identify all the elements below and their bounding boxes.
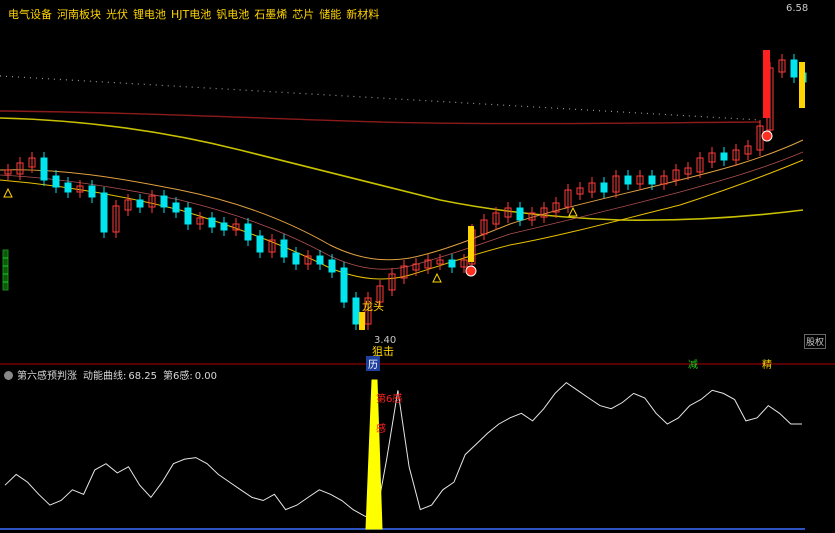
ma-line-yellow <box>0 117 804 221</box>
signal-dot-icon <box>761 130 773 142</box>
candle-limit-up <box>763 50 770 118</box>
candle <box>220 222 228 231</box>
sixth-sense-short-label: 感 <box>376 424 386 435</box>
band-upper <box>0 139 804 261</box>
candle <box>600 182 608 193</box>
candle <box>292 252 300 265</box>
candle <box>160 195 168 208</box>
history-marker[interactable]: 历 <box>366 356 380 371</box>
sixth-value: 0.00 <box>194 371 218 382</box>
candle <box>64 182 72 193</box>
lock-marker[interactable]: 精 <box>762 356 772 371</box>
candle <box>52 175 60 188</box>
candle <box>340 267 348 303</box>
candle <box>648 175 656 185</box>
buy-triangle-icon <box>432 272 442 283</box>
right-tag: 股权 <box>804 334 827 349</box>
volume-indicator-icon <box>2 249 9 291</box>
candle-current <box>799 62 805 108</box>
cut-marker[interactable]: 减 <box>688 356 698 371</box>
candle <box>184 207 192 225</box>
buy-triangle-icon <box>3 187 13 198</box>
candle <box>516 207 524 221</box>
candle-low <box>359 312 365 330</box>
dragon-label: 龙头 <box>362 300 384 313</box>
candle <box>100 192 108 233</box>
candle <box>624 175 632 185</box>
candle <box>720 152 728 161</box>
candle <box>790 59 798 78</box>
buy-triangle-icon <box>568 206 578 217</box>
candle-breakout <box>468 226 474 262</box>
curve-value: 68.25 <box>128 371 158 382</box>
candle <box>244 223 252 241</box>
settings-icon[interactable] <box>4 371 13 380</box>
candle <box>448 259 456 268</box>
trend-line-dark <box>0 110 761 125</box>
curve-label: 动能曲线: <box>83 371 127 382</box>
candle <box>208 217 216 228</box>
stock-chart: 电气设备 河南板块 光伏 锂电池 HJT电池 钒电池 石墨烯 芯片 储能 新材料 6 <box>0 0 835 533</box>
sixth-sense-label: 第6感 <box>376 394 403 405</box>
candle <box>256 235 264 253</box>
band-middle <box>0 151 804 270</box>
candle <box>88 185 96 198</box>
sixth-label: 第6感: <box>163 371 193 382</box>
candle <box>352 297 360 325</box>
candle <box>172 202 180 213</box>
high-price-label: 6.58 <box>786 3 809 14</box>
indicator-header: 第六感预判涨 动能曲线: 68.25 第6感: 0.00 <box>4 367 223 382</box>
momentum-curve <box>4 381 802 522</box>
candle <box>280 239 288 258</box>
candle <box>328 259 336 273</box>
chart-canvas[interactable] <box>0 0 835 533</box>
candle <box>40 157 48 181</box>
signal-dot-icon <box>465 265 477 277</box>
indicator-title[interactable]: 第六感预判涨 <box>17 371 77 382</box>
candle <box>316 255 324 265</box>
candle <box>136 199 144 208</box>
